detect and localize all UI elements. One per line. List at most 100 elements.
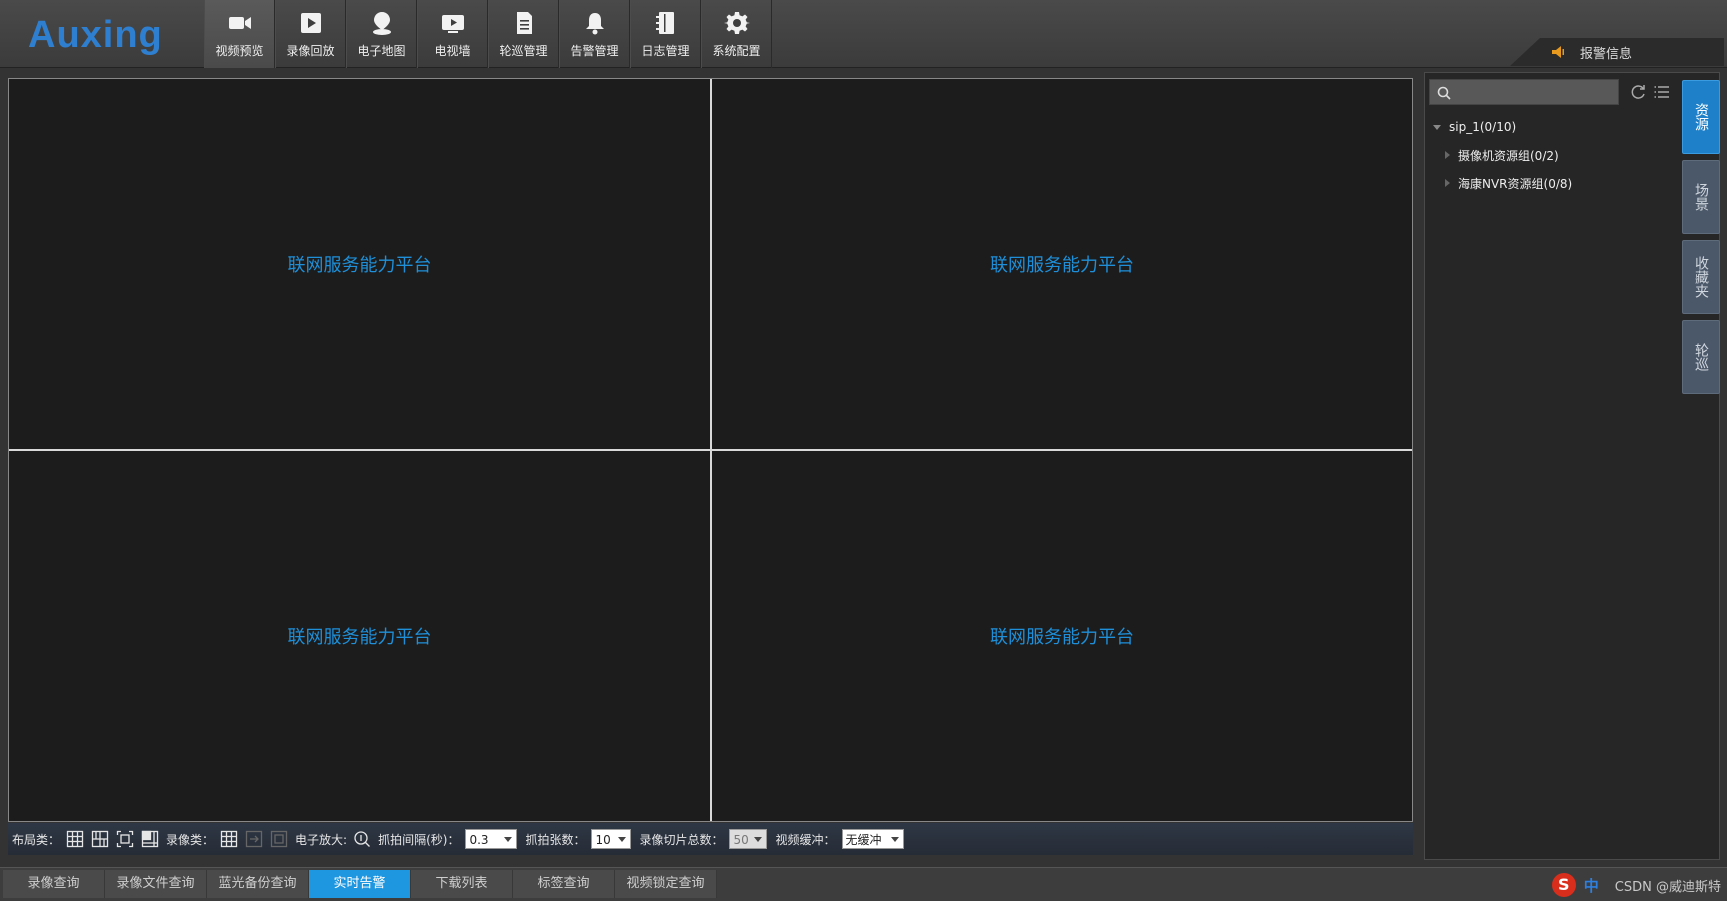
nav-label: 轮巡管理	[499, 43, 548, 58]
ime-language[interactable]: 中	[1584, 875, 1599, 896]
watermark: CSDN @威迪斯特	[1614, 879, 1721, 895]
video-cell-2[interactable]: 联网服务能力平台	[712, 79, 1412, 449]
record-export-icon[interactable]	[245, 830, 263, 848]
layout-4-icon[interactable]	[66, 830, 84, 848]
buffer-label: 视频缓冲：	[775, 832, 836, 847]
nav-label: 告警管理	[570, 43, 619, 58]
notebook-icon	[655, 11, 674, 34]
tv-icon	[441, 14, 464, 33]
interval-select[interactable]: 0.3	[465, 829, 518, 849]
system-tray: S 中 CSDN @威迪斯特	[1551, 868, 1727, 901]
video-cell-text: 联网服务能力平台	[287, 627, 432, 648]
main-nav: 视频预览 录像回放 电子地图 电视墙 轮巡管理 告警管理 日志管理 系统配置	[204, 0, 772, 68]
nav-video-preview[interactable]: 视频预览	[204, 0, 275, 68]
count-value: 10	[595, 833, 611, 847]
nav-label: 电子地图	[357, 43, 406, 58]
tree-node-label: 海康NVR资源组(0/8)	[1458, 176, 1573, 191]
map-pin-icon	[372, 11, 391, 35]
chevron-right-icon[interactable]	[1445, 179, 1450, 187]
layout-9-icon[interactable]	[91, 830, 109, 848]
tab-tag-query[interactable]: 标签查询	[513, 870, 615, 898]
bottom-tabs: 录像查询 录像文件查询 蓝光备份查询 实时告警 下载列表 标签查询 视频锁定查询…	[0, 867, 1727, 901]
tree-node-nvr-group[interactable]: 海康NVR资源组(0/8)	[1433, 169, 1653, 197]
layout-label: 布局类：	[12, 832, 61, 847]
layout-custom-icon[interactable]	[141, 830, 159, 848]
gear-icon	[723, 11, 750, 34]
interval-value: 0.3	[469, 833, 489, 847]
count-select[interactable]: 10	[591, 829, 632, 849]
list-icon[interactable]	[1653, 83, 1671, 101]
nav-label: 电视墙	[434, 43, 471, 58]
side-tab-favorites[interactable]: 收藏夹	[1682, 240, 1720, 314]
tab-record-file-query[interactable]: 录像文件查询	[105, 870, 207, 898]
refresh-icon[interactable]	[1629, 83, 1647, 101]
app-window: Auxing 视频预览 录像回放 电子地图 电视墙 轮巡管理 告警管理 日志管理…	[0, 0, 1727, 901]
buffer-value: 无缓冲	[845, 833, 882, 847]
bell-icon	[585, 12, 604, 34]
nav-patrol[interactable]: 轮巡管理	[488, 0, 559, 68]
ime-logo-icon[interactable]: S	[1551, 873, 1576, 897]
zoom-icon[interactable]	[353, 830, 371, 848]
play-icon	[300, 12, 321, 33]
chevron-right-icon[interactable]	[1445, 151, 1450, 159]
camera-icon	[228, 16, 251, 29]
search-input[interactable]	[1456, 82, 1614, 102]
tree-node-root[interactable]: sip_1(0/10)	[1433, 113, 1653, 141]
video-cell-3[interactable]: 联网服务能力平台	[9, 451, 710, 821]
side-tab-resource[interactable]: 资源	[1682, 80, 1720, 154]
zoom-label: 电子放大:	[295, 832, 348, 847]
nav-settings[interactable]: 系统配置	[701, 0, 772, 68]
tree-node-camera-group[interactable]: 摄像机资源组(0/2)	[1433, 141, 1653, 169]
tab-row: 录像查询 录像文件查询 蓝光备份查询 实时告警 下载列表 标签查询 视频锁定查询	[3, 870, 717, 898]
interval-label: 抓拍间隔(秒)：	[378, 832, 460, 847]
video-cell-4[interactable]: 联网服务能力平台	[712, 451, 1412, 821]
side-tabs: 资源 场景 收藏夹 轮巡	[1682, 80, 1720, 400]
tree-node-label: sip_1(0/10)	[1449, 120, 1517, 134]
nav-log[interactable]: 日志管理	[630, 0, 701, 68]
fullscreen-icon[interactable]	[116, 830, 134, 848]
logo-text: Auxing	[28, 14, 163, 56]
side-tab-label: 收藏夹	[1693, 256, 1709, 298]
nav-label: 系统配置	[712, 43, 761, 58]
tab-video-lock-query[interactable]: 视频锁定查询	[615, 870, 717, 898]
side-tab-label: 轮巡	[1693, 343, 1709, 371]
grid-divider-horizontal	[9, 449, 1412, 451]
top-header: Auxing 视频预览 录像回放 电子地图 电视墙 轮巡管理 告警管理 日志管理…	[0, 0, 1727, 68]
nav-playback[interactable]: 录像回放	[275, 0, 346, 68]
record-grid-icon[interactable]	[220, 830, 238, 848]
alarm-info[interactable]: 报警信息	[1510, 38, 1724, 66]
count-label: 抓拍张数：	[525, 832, 586, 847]
resource-panel: sip_1(0/10) 摄像机资源组(0/2) 海康NVR资源组(0/8)	[1424, 72, 1720, 860]
buffer-select[interactable]: 无缓冲	[841, 829, 904, 849]
nav-emap[interactable]: 电子地图	[346, 0, 417, 68]
slice-select[interactable]: 50	[729, 829, 768, 849]
video-cell-text: 联网服务能力平台	[990, 627, 1134, 648]
resource-tree: sip_1(0/10) 摄像机资源组(0/2) 海康NVR资源组(0/8)	[1433, 113, 1653, 197]
slice-label: 录像切片总数：	[639, 832, 724, 847]
speaker-icon	[1552, 46, 1564, 58]
video-cell-1[interactable]: 联网服务能力平台	[9, 79, 710, 449]
record-save-icon[interactable]	[270, 830, 288, 848]
nav-label: 录像回放	[286, 43, 335, 58]
record-label: 录像类：	[166, 832, 215, 847]
tab-download-list[interactable]: 下载列表	[411, 870, 513, 898]
chevron-down-icon[interactable]	[1433, 124, 1441, 130]
side-tab-scene[interactable]: 场景	[1682, 160, 1720, 234]
video-grid: 联网服务能力平台 联网服务能力平台 联网服务能力平台 联网服务能力平台	[8, 78, 1413, 822]
nav-label: 日志管理	[641, 43, 690, 58]
document-icon	[516, 11, 532, 34]
alarm-label: 报警信息	[1580, 46, 1633, 62]
video-cell-text: 联网服务能力平台	[287, 255, 432, 276]
tab-bluray-backup-query[interactable]: 蓝光备份查询	[207, 870, 309, 898]
nav-tv-wall[interactable]: 电视墙	[417, 0, 488, 68]
slice-value: 50	[733, 833, 749, 847]
tab-record-query[interactable]: 录像查询	[3, 870, 105, 898]
bottom-toolbar: 布局类： 录像类： 电子放大: 抓拍间隔(秒)： 0.3 抓拍张数： 10 录像…	[8, 823, 1413, 855]
nav-alarm[interactable]: 告警管理	[559, 0, 630, 68]
nav-label: 视频预览	[215, 43, 264, 58]
side-tab-patrol[interactable]: 轮巡	[1682, 320, 1720, 394]
tab-realtime-alarm[interactable]: 实时告警	[309, 870, 411, 898]
logo: Auxing	[28, 14, 163, 57]
side-tab-label: 资源	[1693, 103, 1709, 131]
side-tab-label: 场景	[1693, 183, 1709, 211]
